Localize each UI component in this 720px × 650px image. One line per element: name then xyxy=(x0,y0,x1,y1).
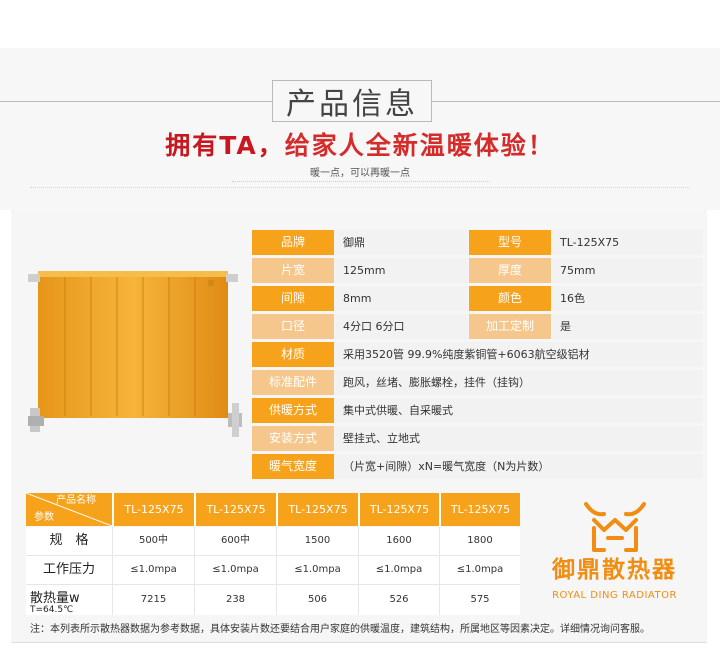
spec-row: 安装方式 壁挂式、立地式 xyxy=(252,426,703,451)
spec-value: 4分口 6分口 xyxy=(335,314,468,339)
table-cell: 238 xyxy=(194,585,276,615)
spec-row: 标准配件 跑风，丝堵、膨胀螺栓，挂件（挂钩） xyxy=(252,370,703,395)
row-sublabel: T=64.5℃ xyxy=(30,605,74,615)
sub-slogan: 暖一点，可以再暖一点 xyxy=(310,168,410,179)
spec-value: 跑风，丝堵、膨胀螺栓，挂件（挂钩） xyxy=(335,370,703,395)
table-cell: ≤1.0mpa xyxy=(358,556,439,584)
row-label: 散热量w xyxy=(30,591,80,606)
spec-value: 16色 xyxy=(552,286,703,311)
table-row: 散热量w T=64.5℃ 7215 238 506 526 575 xyxy=(26,585,520,615)
spec-label: 厚度 xyxy=(469,258,551,283)
table-header-cell: TL-125X75 xyxy=(358,493,439,526)
spec-value: 是 xyxy=(552,314,703,339)
spec-value: 集中式供暖、自采暖式 xyxy=(335,398,703,423)
spec-label: 加工定制 xyxy=(469,314,551,339)
table-cell: 575 xyxy=(439,585,520,615)
table-cell: 526 xyxy=(358,585,439,615)
spec-label: 颜色 xyxy=(469,286,551,311)
spec-row: 口径 4分口 6分口 加工定制 是 xyxy=(252,314,703,339)
divider-wide xyxy=(30,187,690,189)
row-label: 规 格 xyxy=(26,527,112,555)
spec-row: 间隙 8mm 颜色 16色 xyxy=(252,286,703,311)
spec-value: TL-125X75 xyxy=(552,230,703,255)
brand-logo: 御鼎散热器 ROYAL DING RADIATOR xyxy=(522,494,707,618)
corner-top-label: 产品名称 xyxy=(56,495,96,506)
spec-value: 75mm xyxy=(552,258,703,283)
spec-row: 供暖方式 集中式供暖、自采暖式 xyxy=(252,398,703,423)
spec-label: 供暖方式 xyxy=(252,398,334,423)
spec-row: 材质 采用3520管 99.9%纯度紫铜管+6063航空级铝材 xyxy=(252,342,703,367)
spec-label: 口径 xyxy=(252,314,334,339)
table-cell: 500中 xyxy=(112,527,194,555)
table-row: 工作压力 ≤1.0mpa ≤1.0mpa ≤1.0mpa ≤1.0mpa ≤1.… xyxy=(26,556,520,584)
spec-value: 壁挂式、立地式 xyxy=(335,426,703,451)
title-rule-right xyxy=(431,101,720,102)
title-rule-left xyxy=(0,101,272,102)
table-header-cell: TL-125X75 xyxy=(276,493,358,526)
section-title-box: 产品信息 xyxy=(272,80,432,122)
ding-logo-icon xyxy=(584,502,646,552)
spec-label: 标准配件 xyxy=(252,370,334,395)
spec-value: （片宽+间隙）xN=暖气宽度（N为片数） xyxy=(335,454,703,479)
radiator-image xyxy=(28,271,242,437)
table-header-row: 产品名称 参数 TL-125X75 TL-125X75 TL-125X75 TL… xyxy=(26,493,520,526)
table-cell: ≤1.0mpa xyxy=(439,556,520,584)
spec-row: 品牌 御鼎 型号 TL-125X75 xyxy=(252,230,703,255)
slogan: 拥有TA，给家人全新温暖体验！ xyxy=(0,126,720,162)
spec-label: 材质 xyxy=(252,342,334,367)
spec-label: 暖气宽度 xyxy=(252,454,334,479)
table-header-cell: TL-125X75 xyxy=(112,493,194,526)
spec-label: 片宽 xyxy=(252,258,334,283)
brand-name: 御鼎散热器 xyxy=(552,557,677,583)
table-corner-cell: 产品名称 参数 xyxy=(26,493,112,526)
row-label-cell: 散热量w T=64.5℃ xyxy=(26,585,112,615)
table-row: 规 格 500中 600中 1500 1600 1800 xyxy=(26,527,520,555)
brand-english: ROYAL DING RADIATOR xyxy=(552,590,677,601)
spec-label: 品牌 xyxy=(252,230,334,255)
spec-row: 片宽 125mm 厚度 75mm xyxy=(252,258,703,283)
spec-label: 安装方式 xyxy=(252,426,334,451)
section-title: 产品信息 xyxy=(286,87,418,122)
spec-value: 8mm xyxy=(335,286,468,311)
table-cell: 600中 xyxy=(194,527,276,555)
table-cell: 1500 xyxy=(276,527,358,555)
table-cell: ≤1.0mpa xyxy=(194,556,276,584)
spec-value: 125mm xyxy=(335,258,468,283)
spec-value: 采用3520管 99.9%纯度紫铜管+6063航空级铝材 xyxy=(335,342,703,367)
spec-label: 间隙 xyxy=(252,286,334,311)
table-cell: ≤1.0mpa xyxy=(276,556,358,584)
spec-label: 型号 xyxy=(469,230,551,255)
slogan-part2: 给家人全新温暖体验！ xyxy=(284,131,555,160)
footnote: 注：本列表所示散热器数据为参考数据，具体安装片数还要结合用户家庭的供暖温度，建筑… xyxy=(30,624,650,635)
table-cell: 1600 xyxy=(358,527,439,555)
bottom-rule xyxy=(11,642,707,643)
table-cell: 7215 xyxy=(112,585,194,615)
table-cell: ≤1.0mpa xyxy=(112,556,194,584)
table-header-cell: TL-125X75 xyxy=(194,493,276,526)
divider-dotted xyxy=(232,181,490,183)
row-label: 工作压力 xyxy=(26,556,112,584)
table-cell: 1800 xyxy=(439,527,520,555)
slogan-part1: 拥有TA， xyxy=(165,131,285,160)
spec-row: 暖气宽度 （片宽+间隙）xN=暖气宽度（N为片数） xyxy=(252,454,703,479)
table-header-cell: TL-125X75 xyxy=(439,493,520,526)
table-cell: 506 xyxy=(276,585,358,615)
spec-value: 御鼎 xyxy=(335,230,468,255)
